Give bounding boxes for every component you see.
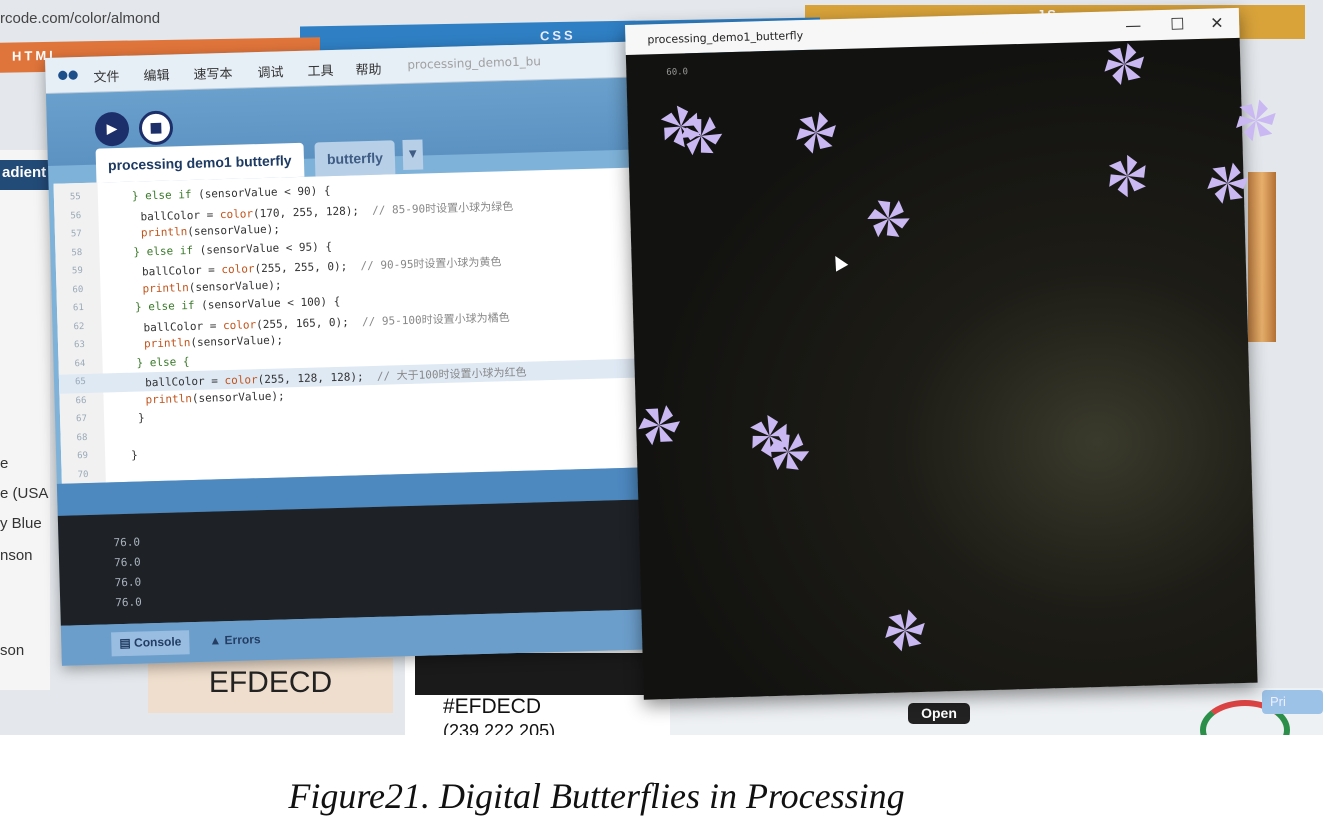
butterfly-icon (1108, 154, 1146, 198)
line-number: 61 (72, 303, 84, 314)
butterfly-icon (766, 433, 810, 471)
processing-ide-window: ●● 文件 编辑 速写本 调试 工具 帮助 processing_demo1_b… (45, 40, 702, 666)
sketch-window: processing_demo1_butterfly — ☐ ✕ 60.0 (625, 7, 1276, 700)
color-info-card: A #EFDECD (239 222 205) (405, 645, 670, 735)
line-number: 55 (69, 192, 81, 203)
butterfly-icon (796, 111, 836, 154)
sketch-canvas[interactable]: 60.0 (625, 37, 1276, 700)
background-sidebar (0, 150, 50, 690)
figure-caption: Figure21. Digital Butterflies in Process… (288, 776, 905, 816)
code-text: } else if (sensorValue < 100) { (134, 294, 341, 314)
play-icon: ▶ (106, 121, 118, 138)
line-number: 59 (71, 266, 83, 277)
menu-edit[interactable]: 编辑 (143, 65, 169, 85)
menu-debug[interactable]: 调试 (257, 61, 283, 81)
menu-help[interactable]: 帮助 (355, 59, 381, 79)
code-editor[interactable]: 55} else if (sensorValue < 90) {56 ballCo… (53, 166, 692, 484)
butterfly-icon (1236, 99, 1276, 142)
line-number: 67 (75, 413, 88, 425)
minimize-icon[interactable]: — (1125, 16, 1142, 35)
warning-icon: ▲ (209, 633, 222, 648)
line-number: 62 (73, 321, 85, 332)
run-button[interactable]: ▶ (94, 111, 130, 147)
sidebar-item[interactable]: e (USA (0, 485, 48, 502)
sidebar-gradient-item[interactable]: adient (0, 160, 52, 190)
ide-window-title: processing_demo1_bu (407, 54, 542, 72)
maximize-icon[interactable]: ☐ (1170, 14, 1185, 33)
processing-logo-icon: ●● (57, 67, 79, 82)
console-output[interactable]: 76.0 76.0 76.0 76.0 (57, 497, 701, 626)
tab-console[interactable]: ▤ Console (111, 630, 190, 657)
swatch-label: EFDECD (208, 666, 333, 699)
stop-button[interactable]: ■ (138, 110, 174, 146)
sidebar-item[interactable]: y Blue (0, 515, 42, 532)
line-number: 64 (74, 358, 86, 369)
line-number: 66 (75, 395, 87, 406)
menu-sketch[interactable]: 速写本 (193, 63, 232, 83)
line-number: 60 (72, 284, 84, 295)
background-image-strip (1248, 172, 1276, 342)
menu-file[interactable]: 文件 (93, 66, 119, 86)
code-text: println(sensorValue); (140, 222, 281, 240)
console-tab-label: Console (133, 634, 182, 650)
butterfly-icon (867, 200, 910, 238)
line-number: 68 (76, 432, 88, 443)
tab-errors[interactable]: ▲ Errors (201, 628, 269, 654)
line-number: 63 (73, 340, 86, 351)
privacy-chip[interactable]: Pri (1262, 690, 1323, 714)
mouse-cursor-icon (829, 252, 849, 272)
color-rgb-value: (239 222 205) (443, 721, 556, 735)
sidebar-item[interactable]: nson (0, 547, 33, 564)
line-number: 65 (74, 376, 87, 388)
close-icon[interactable]: ✕ (1210, 13, 1224, 32)
console-line: 76.0 (115, 595, 142, 610)
line-number: 57 (70, 229, 82, 240)
photo-frame: rcode.com/color/almond JS CSS HTML adien… (0, 0, 1323, 735)
errors-tab-label: Errors (224, 632, 261, 648)
code-text: println(sensorValue); (142, 277, 282, 295)
code-text: } else { (136, 354, 190, 370)
console-line: 76.0 (113, 535, 141, 550)
code-text: println(sensorValue); (143, 333, 284, 351)
butterfly-icon (680, 116, 723, 156)
sidebar-item[interactable]: e (0, 455, 8, 472)
console-line: 76.0 (113, 555, 141, 570)
butterfly-icon (1104, 43, 1145, 85)
code-text: } else if (sensorValue < 90) { (131, 184, 331, 203)
sketch-window-title: processing_demo1_butterfly (647, 29, 804, 47)
console-icon: ▤ (119, 635, 131, 651)
code-text: println(sensorValue); (145, 388, 285, 406)
code-text: } (137, 411, 145, 425)
fps-readout: 60.0 (666, 67, 689, 78)
butterfly-icon (1207, 162, 1249, 204)
sidebar-gradient-label: adient (2, 164, 47, 181)
code-text: } else if (sensorValue < 95) { (133, 239, 333, 259)
line-number: 70 (77, 469, 89, 480)
color-swatch: EFDECD (148, 658, 393, 713)
console-line: 76.0 (114, 575, 142, 590)
tab-processing-demo1-butterfly[interactable]: processing demo1 butterfly (95, 142, 305, 183)
open-button[interactable]: Open (908, 703, 970, 724)
sidebar-item[interactable]: son (0, 642, 24, 659)
line-number: 56 (70, 210, 82, 221)
line-number: 69 (76, 450, 89, 462)
tab-menu-chevron-down-icon[interactable]: ▼ (402, 139, 424, 171)
color-info-header: A (415, 653, 670, 695)
butterfly-icon (885, 609, 925, 652)
code-text: } (130, 448, 138, 462)
butterfly-icon (638, 405, 680, 446)
line-number: 58 (71, 247, 83, 258)
background-url: rcode.com/color/almond (0, 10, 161, 27)
tab-butterfly[interactable]: butterfly (314, 140, 396, 177)
stop-icon: ■ (149, 119, 163, 137)
menu-tools[interactable]: 工具 (307, 60, 333, 80)
css-tab-label: CSS (540, 27, 576, 44)
color-hex-value: #EFDECD (443, 695, 542, 718)
